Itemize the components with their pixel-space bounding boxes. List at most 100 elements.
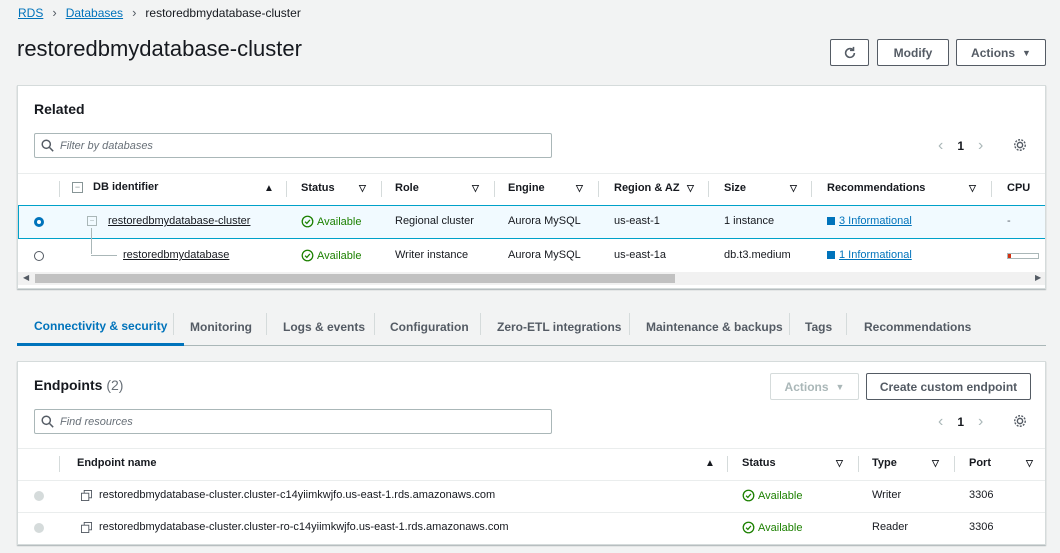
status-badge: Available	[301, 249, 361, 262]
cpu-cell: -	[1007, 215, 1011, 227]
endpoints-panel: Endpoints (2) Actions ▼ Create custom end…	[17, 361, 1046, 545]
endpoints-title-text: Endpoints	[34, 377, 103, 393]
collapse-icon[interactable]: −	[87, 216, 97, 226]
copy-icon[interactable]	[81, 522, 92, 533]
create-custom-endpoint-button[interactable]: Create custom endpoint	[866, 373, 1031, 400]
size-cell: db.t3.medium	[724, 249, 791, 261]
engine-cell: Aurora MySQL	[508, 215, 581, 227]
info-square-icon	[827, 217, 835, 226]
tab-monitoring[interactable]: Monitoring	[190, 308, 252, 345]
col-region-az[interactable]: Region & AZ	[614, 182, 680, 194]
port-cell: 3306	[969, 521, 994, 533]
filter-databases-input[interactable]: Filter by databases	[34, 133, 552, 158]
endpoints-title: Endpoints (2)	[34, 377, 123, 393]
refresh-button[interactable]	[830, 39, 869, 66]
col-engine[interactable]: Engine	[508, 182, 545, 194]
prev-page-icon[interactable]: ‹	[938, 413, 943, 431]
region-cell: us-east-1	[614, 215, 660, 227]
tab-recommendations[interactable]: Recommendations	[864, 308, 971, 345]
settings-gear-icon[interactable]	[1013, 138, 1027, 152]
sort-asc-icon[interactable]: ▲	[264, 183, 274, 194]
collapse-all-icon[interactable]: −	[72, 182, 83, 193]
db-identifier-link[interactable]: restoredbmydatabase	[123, 249, 229, 261]
sort-icon[interactable]: ▽	[359, 183, 366, 194]
find-resources-input[interactable]: Find resources	[34, 409, 552, 434]
col-endpoint-name[interactable]: Endpoint name	[77, 457, 156, 469]
region-cell: us-east-1a	[614, 249, 666, 261]
page-title: restoredbmydatabase-cluster	[17, 36, 302, 61]
col-recommendations[interactable]: Recommendations	[827, 182, 925, 194]
sort-icon[interactable]: ▽	[1026, 458, 1033, 469]
detail-tabs: Connectivity & security Monitoring Logs …	[17, 308, 1046, 346]
endpoints-actions-button[interactable]: Actions ▼	[770, 373, 859, 400]
prev-page-icon[interactable]: ‹	[938, 137, 943, 155]
row-select-radio[interactable]	[34, 217, 44, 227]
sort-icon[interactable]: ▽	[576, 183, 583, 194]
settings-gear-icon[interactable]	[1013, 414, 1027, 428]
chevron-right-icon: ›	[132, 5, 137, 20]
sort-asc-icon[interactable]: ▲	[705, 458, 715, 469]
recommendations-link[interactable]: 1 Informational	[839, 249, 912, 261]
actions-dropdown-button[interactable]: Actions ▼	[956, 39, 1046, 66]
col-endpoint-type[interactable]: Type	[872, 457, 897, 469]
endpoints-pagination: ‹ 1 ›	[938, 413, 983, 431]
refresh-icon	[844, 46, 855, 58]
scrollbar-thumb[interactable]	[35, 274, 675, 283]
tab-logs-events[interactable]: Logs & events	[283, 308, 365, 345]
sort-icon[interactable]: ▽	[790, 183, 797, 194]
scroll-left-icon[interactable]: ◀	[23, 273, 29, 282]
col-endpoint-status[interactable]: Status	[742, 457, 776, 469]
tab-maintenance-backups[interactable]: Maintenance & backups	[646, 308, 783, 345]
sort-icon[interactable]: ▽	[687, 183, 694, 194]
sort-icon[interactable]: ▽	[932, 458, 939, 469]
col-role[interactable]: Role	[395, 182, 419, 194]
endpoint-name-cell: restoredbmydatabase-cluster.cluster-c14y…	[99, 489, 496, 501]
row-select-radio[interactable]	[34, 491, 44, 501]
cpu-usage-bar	[1007, 253, 1039, 259]
col-status[interactable]: Status	[301, 182, 335, 194]
endpoint-name-cell: restoredbmydatabase-cluster.cluster-ro-c…	[99, 521, 509, 533]
actions-label: Actions	[784, 379, 829, 394]
next-page-icon[interactable]: ›	[978, 413, 983, 431]
status-text: Available	[758, 489, 803, 502]
breadcrumb-current: restoredbmydatabase-cluster	[145, 5, 301, 20]
col-db-identifier[interactable]: DB identifier	[93, 181, 158, 193]
row-select-radio[interactable]	[34, 523, 44, 533]
status-text: Available	[758, 521, 803, 534]
copy-icon[interactable]	[81, 490, 92, 501]
tab-configuration[interactable]: Configuration	[390, 308, 469, 345]
scroll-right-icon[interactable]: ▶	[1035, 273, 1041, 282]
type-cell: Writer	[872, 489, 902, 501]
search-icon	[41, 415, 54, 428]
port-cell: 3306	[969, 489, 994, 501]
sort-icon[interactable]: ▽	[969, 183, 976, 194]
size-cell: 1 instance	[724, 215, 775, 227]
tab-tags[interactable]: Tags	[805, 308, 832, 345]
tab-connectivity-security[interactable]: Connectivity & security	[17, 308, 185, 346]
row-select-radio[interactable]	[34, 251, 44, 261]
check-circle-icon	[301, 249, 314, 262]
check-circle-icon	[301, 215, 314, 228]
engine-cell: Aurora MySQL	[508, 249, 581, 261]
breadcrumb-databases[interactable]: Databases	[66, 6, 123, 20]
col-size[interactable]: Size	[724, 182, 746, 194]
status-badge: Available	[301, 215, 361, 228]
horizontal-scrollbar[interactable]: ◀ ▶	[18, 272, 1045, 285]
current-page[interactable]: 1	[957, 415, 964, 429]
sort-icon[interactable]: ▽	[472, 183, 479, 194]
tab-zero-etl[interactable]: Zero-ETL integrations	[497, 308, 621, 345]
role-cell: Writer instance	[395, 249, 469, 261]
sort-icon[interactable]: ▽	[836, 458, 843, 469]
breadcrumb-rds[interactable]: RDS	[18, 6, 43, 20]
col-endpoint-port[interactable]: Port	[969, 457, 991, 469]
col-cpu[interactable]: CPU	[1007, 182, 1030, 194]
recommendations-link[interactable]: 3 Informational	[839, 215, 912, 227]
current-page[interactable]: 1	[957, 139, 964, 153]
modify-button[interactable]: Modify	[877, 39, 949, 66]
info-square-icon	[827, 251, 835, 260]
chevron-right-icon: ›	[52, 5, 57, 20]
next-page-icon[interactable]: ›	[978, 137, 983, 155]
type-cell: Reader	[872, 521, 909, 533]
status-text: Available	[317, 215, 362, 228]
db-identifier-link[interactable]: restoredbmydatabase-cluster	[108, 215, 250, 227]
